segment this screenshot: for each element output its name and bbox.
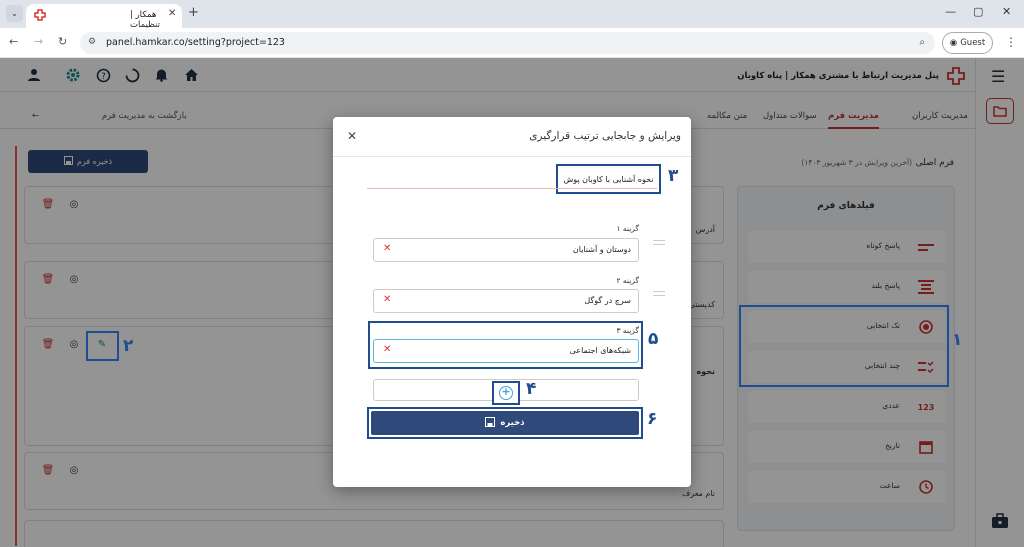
annotation-box-2 [86,331,119,361]
option-value: سرچ در گوگل [584,296,631,305]
minimize-icon[interactable]: — [945,5,956,18]
annotation-number-5: ۵ [648,329,659,349]
annotation-box-6: ذخیره [367,407,643,439]
option-input[interactable]: سرچ در گوگل ✕ [373,289,639,313]
url-field[interactable]: ⚙ panel.hamkar.co/setting?project=123 ⌕ [80,32,935,54]
site-settings-icon[interactable]: ⚙ [88,37,96,47]
question-underline [367,188,657,189]
modal-divider [333,156,691,157]
browser-tab-bar: ⌄ همکار | تنظیمات ✕ + — ▢ ✕ [0,0,1024,30]
question-title-field[interactable]: نحوه آشنایی با کاوبان پوش [556,164,661,194]
remove-option-icon[interactable]: ✕ [383,344,391,355]
annotation-number-1: ۱ [952,330,963,350]
option-input-focused[interactable]: شبکه‌های اجتماعی ✕ [373,339,639,363]
option-label: گزینه ۳ [616,326,640,335]
profile-label: Guest [960,38,986,48]
close-window-icon[interactable]: ✕ [1002,5,1011,18]
option-value: شبکه‌های اجتماعی [569,346,631,355]
remove-option-icon[interactable]: ✕ [383,243,391,254]
zoom-icon[interactable]: ⌕ [919,37,925,48]
profile-button[interactable]: ◉ Guest [942,32,993,54]
remove-option-icon[interactable]: ✕ [383,294,391,305]
address-bar-row: ← → ↻ ⚙ panel.hamkar.co/setting?project=… [0,28,1024,58]
drag-handle-icon[interactable] [653,240,665,245]
back-icon[interactable]: ← [9,35,18,48]
option-value: دوستان و آشنایان [572,245,631,254]
add-option-button[interactable]: + [492,381,520,405]
annotation-number-3: ۳ [668,166,679,186]
plus-circle-icon: + [499,386,513,400]
save-icon [485,416,496,430]
tab-close-icon[interactable]: ✕ [168,8,176,19]
save-button[interactable]: ذخیره [371,411,639,435]
new-tab-icon[interactable]: + [188,5,199,20]
modal-title: ویرایش و جابجایی ترتیب قرارگیری [529,130,681,142]
annotation-box-1 [739,305,949,387]
maximize-icon[interactable]: ▢ [973,5,983,18]
option-label: گزینه ۲ [616,276,640,285]
edit-field-modal: ✕ ویرایش و جابجایی ترتیب قرارگیری نحوه آ… [333,117,691,487]
annotation-number-2: ۲ [123,336,134,356]
forward-icon[interactable]: → [34,35,43,48]
url-text: panel.hamkar.co/setting?project=123 [106,37,285,48]
annotation-number-4: ۴ [526,379,537,399]
option-input[interactable]: دوستان و آشنایان ✕ [373,238,639,262]
browser-tab[interactable]: همکار | تنظیمات ✕ [26,4,182,30]
profile-icon: ◉ [949,38,958,48]
drag-handle-icon[interactable] [653,291,665,296]
browser-menu-icon[interactable]: ⋮ [1005,35,1017,49]
annotation-number-6: ۶ [647,409,658,429]
tab-search-dropdown[interactable]: ⌄ [6,5,23,22]
option-label: گزینه ۱ [616,224,640,233]
modal-close-icon[interactable]: ✕ [347,129,357,143]
hamkar-logo-icon [34,9,46,24]
reload-icon[interactable]: ↻ [58,35,67,48]
save-label: ذخیره [500,418,525,428]
